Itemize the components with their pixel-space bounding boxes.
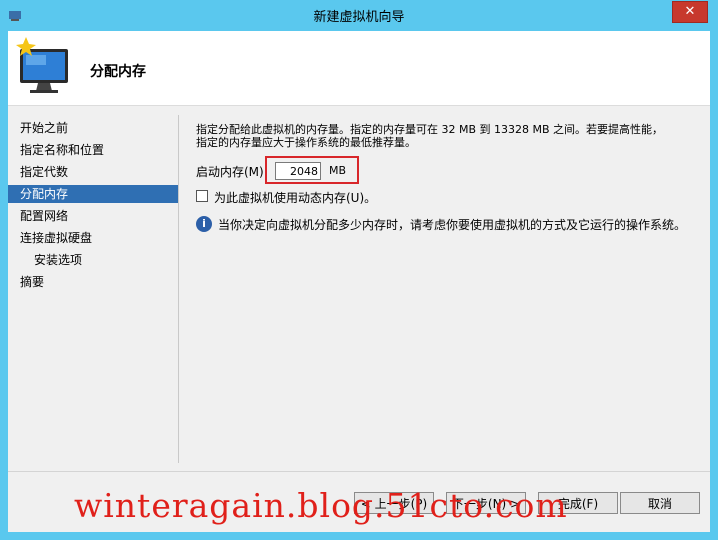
- wizard-header: 分配内存: [8, 31, 710, 106]
- startup-memory-input[interactable]: 2048: [275, 162, 321, 180]
- sidebar-item-name-and-location[interactable]: 指定名称和位置: [8, 141, 178, 159]
- sidebar-item-summary[interactable]: 摘要: [8, 273, 178, 291]
- sidebar-item-installation-options[interactable]: 安装选项: [8, 251, 178, 269]
- startup-memory-row: 启动内存(M): 2048 MB: [196, 156, 396, 184]
- footer-separator: [8, 471, 710, 472]
- watermark-text: winteragain.blog.51cto.com: [74, 486, 568, 525]
- page-title: 分配内存: [90, 64, 146, 80]
- description-line-2: 指定的内存量应大于操作系统的最低推荐量。: [196, 136, 416, 149]
- info-icon: i: [196, 216, 212, 232]
- sidebar-item-configure-networking[interactable]: 配置网络: [8, 207, 178, 225]
- wizard-client-area: 分配内存 开始之前 指定名称和位置 指定代数 分配内存 配置网络 连接虚拟硬盘 …: [8, 31, 710, 532]
- memory-settings-panel: 指定分配给此虚拟机的内存量。指定的内存量可在 32 MB 到 13328 MB …: [196, 123, 696, 232]
- highlight-box: 2048 MB: [265, 156, 359, 184]
- title-bar: 新建虚拟机向导 ✕: [0, 0, 718, 30]
- memory-unit-label: MB: [329, 164, 347, 177]
- sidebar-divider: [178, 115, 179, 463]
- sidebar-item-generation[interactable]: 指定代数: [8, 163, 178, 181]
- dynamic-memory-label[interactable]: 为此虚拟机使用动态内存(U)。: [214, 189, 376, 206]
- window-title: 新建虚拟机向导: [313, 10, 405, 25]
- cancel-button[interactable]: 取消: [620, 492, 700, 514]
- close-button[interactable]: ✕: [672, 1, 708, 23]
- sidebar-item-before-you-begin[interactable]: 开始之前: [8, 119, 178, 137]
- sidebar-item-assign-memory[interactable]: 分配内存: [8, 185, 178, 203]
- wizard-window: 新建虚拟机向导 ✕ 分配内存 开始之前 指定名称和位置 指定代数 分配内存 配置…: [0, 0, 718, 540]
- wizard-steps-sidebar: 开始之前 指定名称和位置 指定代数 分配内存 配置网络 连接虚拟硬盘 安装选项 …: [8, 113, 180, 463]
- description-line-1: 指定分配给此虚拟机的内存量。指定的内存量可在 32 MB 到 13328 MB …: [196, 123, 664, 136]
- startup-memory-label: 启动内存(M):: [196, 165, 268, 179]
- sidebar-item-connect-virtual-disk[interactable]: 连接虚拟硬盘: [8, 229, 178, 247]
- info-text: 当你决定向虚拟机分配多少内存时，请考虑你要使用虚拟机的方式及它运行的操作系统。: [218, 218, 687, 232]
- dynamic-memory-checkbox[interactable]: [196, 190, 208, 202]
- new-vm-icon: [16, 37, 68, 93]
